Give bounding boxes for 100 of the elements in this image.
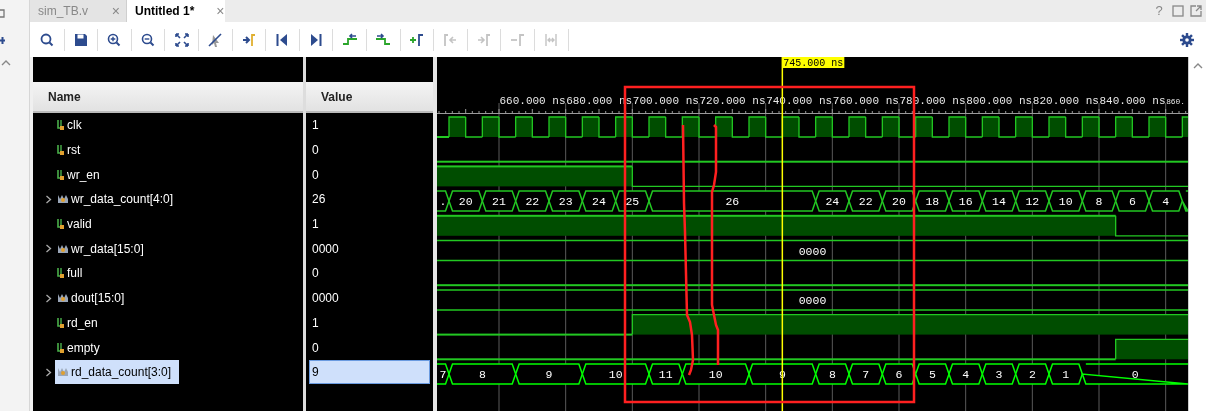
signal-name[interactable]: rst bbox=[67, 141, 81, 160]
bus-value-segment: 4 bbox=[1148, 190, 1184, 212]
selected-row-highlight[interactable]: rd_data_count[3:0] bbox=[55, 360, 180, 385]
step-back-icon[interactable] bbox=[341, 31, 358, 48]
signal-name[interactable]: full bbox=[67, 264, 83, 283]
panel-icon[interactable] bbox=[0, 9, 6, 18]
bus-value-segment: 18 bbox=[914, 190, 950, 212]
signal-name[interactable]: wr_data_count[4:0] bbox=[71, 190, 174, 209]
bus-value-segment: 3 bbox=[981, 363, 1017, 385]
bus-value-segment: 9 bbox=[514, 363, 584, 385]
plus-marker-icon[interactable] bbox=[408, 31, 425, 48]
bus-value-segment: 0000 bbox=[437, 239, 1188, 262]
signal-value: 0 bbox=[311, 142, 319, 160]
time-label: 840.000 ns bbox=[1099, 95, 1166, 107]
bit-signal-icon bbox=[57, 119, 65, 132]
zoom-in-icon[interactable] bbox=[106, 31, 123, 48]
signal-name[interactable]: wr_en bbox=[67, 165, 100, 184]
bus-value-segment: 8 bbox=[814, 363, 850, 385]
bus-value-segment: 12 bbox=[1014, 190, 1050, 212]
bit-signal-icon bbox=[57, 341, 65, 354]
time-label: 820.000 ns bbox=[1032, 95, 1099, 107]
pop-out-icon[interactable] bbox=[1190, 5, 1202, 17]
signal-value: 0 bbox=[311, 339, 319, 357]
signal-name[interactable]: clk bbox=[67, 116, 82, 135]
chevron-icon[interactable] bbox=[45, 194, 52, 204]
expand-arrows-icon[interactable] bbox=[173, 31, 190, 48]
bit-signal-icon bbox=[57, 218, 65, 231]
chevron-icon[interactable] bbox=[45, 293, 52, 303]
bus-value-segment: 14 bbox=[981, 190, 1017, 212]
bus-value-segment: 1 bbox=[1048, 363, 1084, 385]
bus-value-segment: 7 bbox=[437, 363, 450, 385]
signal-value: 0000 bbox=[311, 240, 339, 258]
bus-value-segment: 10 bbox=[1048, 190, 1084, 212]
arrow-to-bracket-icon[interactable] bbox=[240, 31, 257, 48]
bus-value-segment: 21 bbox=[481, 190, 517, 212]
bus-value-segment: 5 bbox=[914, 363, 950, 385]
maximize-icon[interactable] bbox=[1172, 5, 1184, 17]
bus-value-segment: 10 bbox=[681, 363, 750, 385]
signal-value: 0 bbox=[311, 265, 319, 283]
bit-signal-icon bbox=[57, 316, 65, 329]
column-header[interactable]: Value bbox=[321, 87, 353, 106]
bus-value-segment: 20 bbox=[881, 190, 917, 212]
chevron-icon[interactable] bbox=[45, 244, 52, 254]
bus-signal-icon bbox=[57, 367, 69, 378]
cursor-time-label: 745.000 ns bbox=[782, 57, 845, 69]
bit-signal-icon bbox=[57, 144, 65, 157]
bus-value-segment: 6 bbox=[1114, 190, 1150, 212]
zoom-out-icon[interactable] bbox=[140, 31, 157, 48]
bus-signal-icon bbox=[57, 243, 69, 254]
bus-signal-icon bbox=[57, 194, 69, 205]
bus-value-segment: 11 bbox=[648, 363, 684, 385]
chevron-up-icon[interactable] bbox=[1, 59, 11, 66]
bus-value-segment: 6 bbox=[881, 363, 917, 385]
signal-name[interactable]: dout[15:0] bbox=[71, 289, 125, 308]
bus-value-segment: 16 bbox=[948, 190, 984, 212]
bus-value-segment: . bbox=[437, 190, 450, 212]
time-label: 760.000 ns bbox=[832, 95, 899, 107]
signal-value: 26 bbox=[311, 191, 326, 209]
bus-signal-icon bbox=[57, 293, 69, 304]
signal-value: 1 bbox=[311, 216, 319, 234]
bit-signal-icon bbox=[57, 267, 65, 280]
signal-name[interactable]: rd_data_count[3:0] bbox=[71, 363, 172, 382]
bit-signal-icon bbox=[57, 168, 65, 181]
bus-value-segment: 7 bbox=[848, 363, 884, 385]
step-forward-icon[interactable] bbox=[375, 31, 392, 48]
search-icon[interactable] bbox=[39, 31, 56, 48]
bus-value-segment: 22 bbox=[514, 190, 550, 212]
time-label: 660.000 ns bbox=[499, 95, 566, 107]
skip-forward-icon[interactable] bbox=[308, 31, 325, 48]
bus-value-segment: 4 bbox=[948, 363, 984, 385]
signal-value: 0 bbox=[311, 166, 319, 184]
panel-icon[interactable] bbox=[0, 36, 6, 45]
bus-value-segment: 10 bbox=[581, 363, 650, 385]
signal-value: 1 bbox=[311, 117, 319, 135]
bus-value-segment: 24 bbox=[814, 190, 850, 212]
chevron-icon[interactable] bbox=[45, 367, 52, 377]
bus-value-segment: 0000 bbox=[437, 289, 1188, 311]
save-icon[interactable] bbox=[72, 31, 89, 48]
bus-value-segment: 24 bbox=[581, 190, 617, 212]
bus-value-segment: 25 bbox=[614, 190, 650, 212]
signal-value: 1 bbox=[311, 314, 319, 332]
scroll-up-icon[interactable] bbox=[1192, 62, 1203, 69]
time-label: 700.000 ns bbox=[632, 95, 699, 107]
column-header[interactable]: Name bbox=[48, 87, 81, 106]
crossed-pointer-icon[interactable] bbox=[207, 31, 224, 48]
signal-name[interactable]: valid bbox=[67, 215, 92, 234]
signal-name[interactable]: empty bbox=[67, 338, 100, 357]
signal-name[interactable]: wr_data[15:0] bbox=[71, 239, 144, 258]
signal-name[interactable]: rd_en bbox=[67, 313, 98, 332]
signal-value: 0000 bbox=[311, 290, 339, 308]
time-label: 720.000 ns bbox=[699, 95, 766, 107]
close-button[interactable]: × bbox=[216, 0, 225, 22]
tab[interactable]: Untitled 1* × bbox=[127, 0, 225, 22]
settings-icon[interactable] bbox=[1180, 32, 1194, 47]
bus-value-segment: 8 bbox=[1081, 190, 1117, 212]
bus-value-segment: 23 bbox=[548, 190, 584, 212]
bus-value-segment: 2 bbox=[1014, 363, 1050, 385]
signal-value[interactable]: 9 bbox=[309, 360, 430, 385]
time-label: 800.000 ns bbox=[966, 95, 1033, 107]
bus-value-segment: 22 bbox=[848, 190, 884, 212]
